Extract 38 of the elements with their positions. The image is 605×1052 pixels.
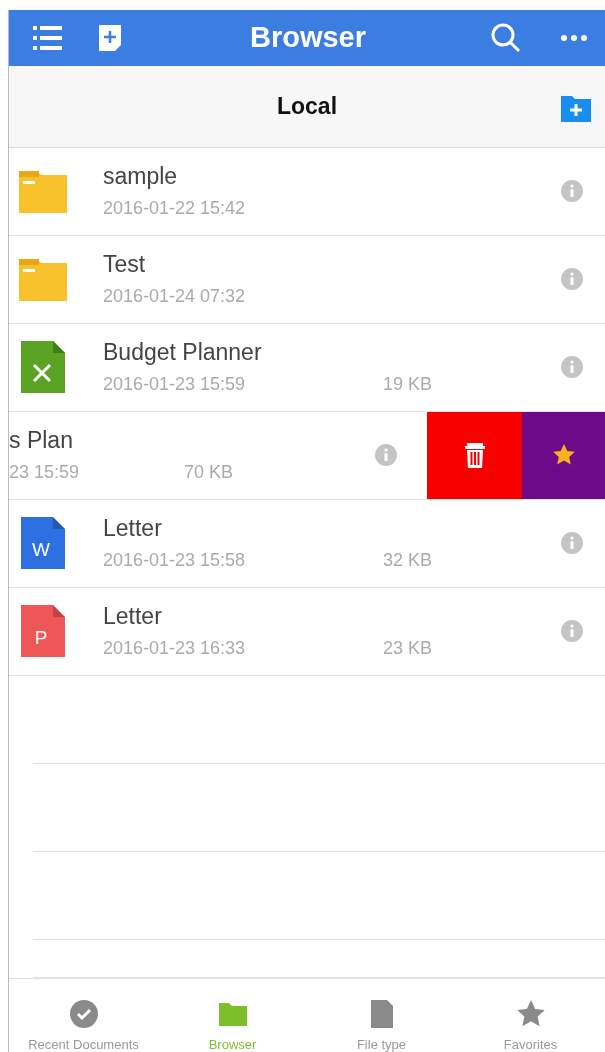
file-name: Budget Planner xyxy=(103,339,263,367)
file-name: sample xyxy=(103,163,179,191)
file-row[interactable]: Budget Planner 2016-01-23 15:59 19 KB xyxy=(9,323,605,412)
document-icon: W xyxy=(19,515,67,572)
info-icon[interactable] xyxy=(561,268,583,291)
file-row[interactable]: P Letter 2016-01-23 16:33 23 KB xyxy=(9,587,605,676)
file-size: 70 KB xyxy=(184,462,234,484)
presentation-icon: P xyxy=(19,603,67,660)
file-row[interactable]: s Plan 23 15:59 70 KB xyxy=(9,411,605,500)
spreadsheet-icon xyxy=(19,339,67,396)
delete-button[interactable] xyxy=(427,411,522,499)
file-size: 32 KB xyxy=(383,550,433,572)
info-icon[interactable] xyxy=(561,532,583,555)
file-name: Test xyxy=(103,251,147,279)
file-date: 23 15:59 xyxy=(9,462,81,484)
check-circle-icon xyxy=(68,999,99,1029)
file-date: 2016-01-24 07:32 xyxy=(103,286,247,308)
location-title: Local xyxy=(276,92,338,120)
file-size: 23 KB xyxy=(383,638,433,660)
file-row[interactable]: sample 2016-01-22 15:42 xyxy=(9,147,605,236)
favorite-button[interactable] xyxy=(522,411,605,499)
file-date: 2016-01-23 15:59 xyxy=(103,374,247,396)
file-date: 2016-01-23 16:33 xyxy=(103,638,247,660)
file-name: s Plan xyxy=(9,427,74,455)
file-name: Letter xyxy=(103,515,163,543)
file-date: 2016-01-23 15:58 xyxy=(103,550,247,572)
star-icon xyxy=(515,999,546,1029)
info-icon[interactable] xyxy=(561,356,583,379)
info-icon[interactable] xyxy=(561,180,583,203)
file-size: 19 KB xyxy=(383,374,433,396)
new-folder-icon[interactable] xyxy=(561,93,591,122)
info-icon[interactable] xyxy=(375,444,397,467)
info-icon[interactable] xyxy=(561,620,583,643)
file-row[interactable]: Test 2016-01-24 07:32 xyxy=(9,235,605,324)
file-date: 2016-01-22 15:42 xyxy=(103,198,247,220)
file-name: Letter xyxy=(103,603,163,631)
file-row[interactable]: W Letter 2016-01-23 15:58 32 KB xyxy=(9,499,605,588)
screen-title: Browser xyxy=(248,21,367,55)
